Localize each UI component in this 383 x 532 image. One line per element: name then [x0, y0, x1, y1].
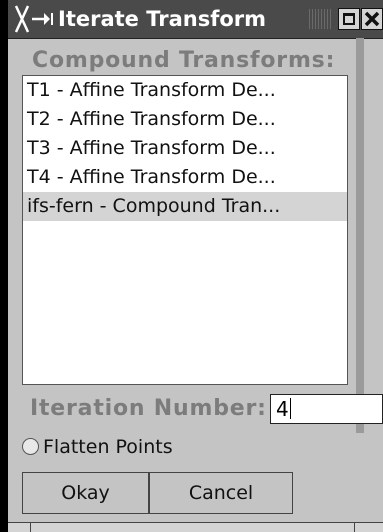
flatten-points-radio[interactable]	[22, 438, 39, 455]
compound-transforms-list[interactable]: T1 - Affine Transform De... T2 - Affine …	[22, 75, 348, 385]
bottom-border-divider-left	[30, 523, 31, 532]
iterate-transform-window: Iterate Transform Compound Transforms: T…	[8, 0, 383, 532]
close-button[interactable]	[361, 8, 383, 30]
window-title: Iterate Transform	[58, 7, 267, 31]
maximize-button[interactable]	[338, 8, 360, 30]
close-icon	[364, 11, 380, 27]
iteration-number-value: 4	[276, 397, 289, 421]
text-caret	[289, 398, 291, 419]
maximize-icon	[343, 13, 355, 25]
list-item-ifs-fern[interactable]: ifs-fern - Compound Tran...	[23, 192, 347, 221]
list-item-t4[interactable]: T4 - Affine Transform De...	[23, 163, 347, 192]
window-bottom-border	[8, 522, 383, 532]
list-item-t2[interactable]: T2 - Affine Transform De...	[23, 105, 347, 134]
window-right-border	[356, 38, 364, 433]
okay-button[interactable]: Okay	[22, 472, 149, 514]
list-item-t1[interactable]: T1 - Affine Transform De...	[23, 76, 347, 105]
iteration-number-input[interactable]: 4	[270, 394, 383, 424]
bottom-border-divider-right	[354, 523, 355, 532]
flatten-points-label: Flatten Points	[43, 436, 173, 458]
x-window-logo-icon[interactable]	[14, 4, 58, 34]
compound-transforms-label: Compound Transforms:	[32, 48, 336, 73]
cancel-button[interactable]: Cancel	[149, 472, 293, 514]
titlebar-grip	[309, 9, 333, 29]
list-item-t3[interactable]: T3 - Affine Transform De...	[23, 134, 347, 163]
title-bar[interactable]: Iterate Transform	[8, 0, 383, 39]
iteration-number-label: Iteration Number:	[30, 396, 267, 421]
